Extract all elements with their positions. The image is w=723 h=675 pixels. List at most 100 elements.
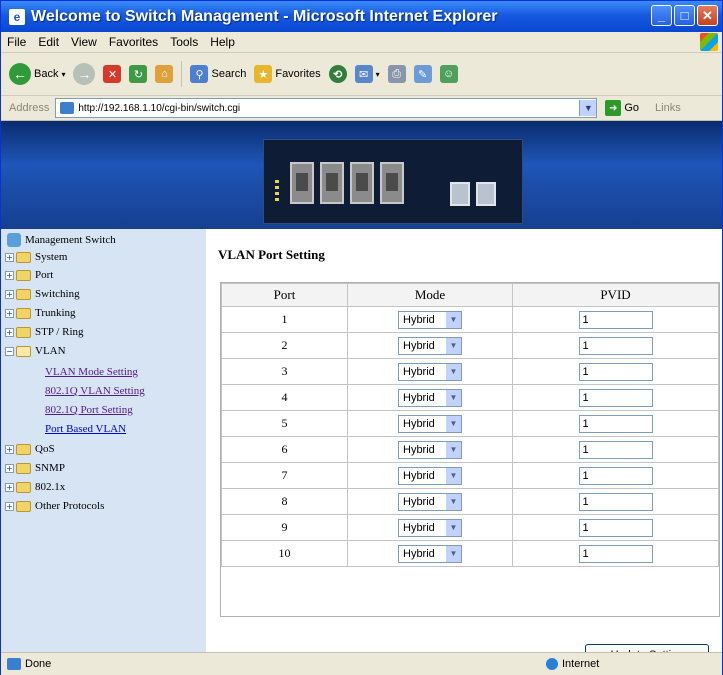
table-row: 5 Hybrid ▼ 1 xyxy=(221,410,719,437)
menu-view[interactable]: View xyxy=(65,35,103,49)
pvid-input[interactable]: 1 xyxy=(578,466,653,485)
mode-cell: Hybrid ▼ xyxy=(347,436,513,463)
sidebar-item-system[interactable]: + System xyxy=(5,251,67,263)
chevron-down-icon[interactable]: ▼ xyxy=(446,415,461,432)
mode-cell: Hybrid ▼ xyxy=(347,514,513,541)
messenger-button[interactable]: ☺ xyxy=(439,65,458,83)
favorites-button[interactable]: ★ Favorites xyxy=(254,65,321,83)
forward-button[interactable]: → xyxy=(73,63,96,85)
refresh-button[interactable]: ↻ xyxy=(129,65,148,83)
maximize-button[interactable]: □ xyxy=(674,5,695,26)
back-button[interactable]: ← Back ▾ xyxy=(9,63,65,85)
main-panel: VLAN Port Setting Port Mode PVID 1 Hybrid… xyxy=(206,229,722,652)
history-button[interactable]: ⟲ xyxy=(328,65,347,83)
mode-select[interactable]: Hybrid ▼ xyxy=(398,544,462,563)
pvid-input[interactable]: 1 xyxy=(578,414,653,433)
tree-root[interactable]: Management Switch xyxy=(1,233,116,247)
pvid-input[interactable]: 1 xyxy=(578,440,653,459)
page-done-icon xyxy=(7,658,21,670)
menu-favorites[interactable]: Favorites xyxy=(103,35,164,49)
go-button[interactable]: ➜ Go xyxy=(605,100,639,116)
update-setting-button[interactable]: Update Setting xyxy=(585,644,709,652)
link-8021q-port-setting[interactable]: 802.1Q Port Setting xyxy=(45,404,133,416)
expand-icon[interactable]: + xyxy=(5,252,14,262)
windows-logo-icon xyxy=(700,33,718,51)
sidebar-item-trunking[interactable]: + Trunking xyxy=(5,307,76,319)
sidebar-item-label: 802.1x xyxy=(35,481,66,493)
sidebar-item-port[interactable]: + Port xyxy=(5,269,53,281)
back-dropdown-icon[interactable]: ▾ xyxy=(61,70,65,79)
print-button[interactable]: ⎙ xyxy=(387,65,406,83)
chevron-down-icon[interactable]: ▼ xyxy=(446,389,461,406)
pvid-cell: 1 xyxy=(512,462,719,489)
expand-icon[interactable]: + xyxy=(5,327,14,337)
mode-value: Hybrid xyxy=(403,339,435,352)
close-button[interactable]: ✕ xyxy=(697,5,718,26)
address-input[interactable]: http://192.168.1.10/cgi-bin/switch.cgi ▼ xyxy=(55,98,598,118)
chevron-down-icon[interactable]: ▼ xyxy=(446,311,461,328)
expand-icon[interactable]: + xyxy=(5,482,14,492)
stop-button[interactable]: ✕ xyxy=(103,65,122,83)
mode-select[interactable]: Hybrid ▼ xyxy=(398,492,462,511)
pvid-input[interactable]: 1 xyxy=(578,310,653,329)
mode-select[interactable]: Hybrid ▼ xyxy=(398,518,462,537)
menu-help[interactable]: Help xyxy=(204,35,241,49)
edit-button[interactable]: ✎ xyxy=(413,65,432,83)
mode-select[interactable]: Hybrid ▼ xyxy=(398,362,462,381)
minimize-button[interactable]: _ xyxy=(651,5,672,26)
link-8021q-vlan-setting[interactable]: 802.1Q VLAN Setting xyxy=(45,385,145,397)
column-header-pvid: PVID xyxy=(512,283,719,307)
chevron-down-icon[interactable]: ▼ xyxy=(446,441,461,458)
chevron-down-icon[interactable]: ▼ xyxy=(446,545,461,562)
collapse-icon[interactable]: − xyxy=(5,346,14,356)
expand-icon[interactable]: + xyxy=(5,308,14,318)
pvid-input[interactable]: 1 xyxy=(578,492,653,511)
menu-edit[interactable]: Edit xyxy=(32,35,65,49)
mode-select[interactable]: Hybrid ▼ xyxy=(398,336,462,355)
toolbar: ← Back ▾ → ✕ ↻ ⌂ ⚲ Search ★ Favorites ⟲ … xyxy=(1,53,722,96)
forward-arrow-icon: → xyxy=(73,63,96,85)
sidebar-item-label: Switching xyxy=(35,288,80,300)
vlan-port-table: Port Mode PVID 1 Hybrid ▼ 1 2 Hybrid ▼ 1 3 Hybrid… xyxy=(220,282,720,652)
mode-select[interactable]: Hybrid ▼ xyxy=(398,414,462,433)
chevron-down-icon[interactable]: ▼ xyxy=(446,337,461,354)
mode-value: Hybrid xyxy=(403,313,435,326)
chevron-down-icon[interactable]: ▼ xyxy=(446,467,461,484)
expand-icon[interactable]: + xyxy=(5,270,14,280)
pvid-input[interactable]: 1 xyxy=(578,544,653,563)
sidebar-item-stp-ring[interactable]: + STP / Ring xyxy=(5,326,84,338)
mail-button[interactable]: ✉ ▾ xyxy=(354,65,380,83)
sidebar-item-8021x[interactable]: + 802.1x xyxy=(5,481,65,493)
pvid-input[interactable]: 1 xyxy=(578,362,653,381)
address-dropdown-icon[interactable]: ▼ xyxy=(579,100,597,116)
menu-tools[interactable]: Tools xyxy=(164,35,204,49)
sidebar-item-other-protocols[interactable]: + Other Protocols xyxy=(5,500,104,512)
home-button[interactable]: ⌂ xyxy=(155,65,174,83)
mail-dropdown-icon[interactable]: ▾ xyxy=(376,70,380,79)
link-port-based-vlan[interactable]: Port Based VLAN xyxy=(45,423,126,435)
mode-select[interactable]: Hybrid ▼ xyxy=(398,466,462,485)
sidebar-item-qos[interactable]: + QoS xyxy=(5,443,55,455)
pvid-input[interactable]: 1 xyxy=(578,336,653,355)
switch-icon xyxy=(7,233,21,247)
sidebar-item-switching[interactable]: + Switching xyxy=(5,288,80,300)
chevron-down-icon[interactable]: ▼ xyxy=(446,493,461,510)
menu-file[interactable]: File xyxy=(1,35,32,49)
sidebar-item-vlan[interactable]: − VLAN xyxy=(5,345,66,357)
mode-select[interactable]: Hybrid ▼ xyxy=(398,388,462,407)
sidebar-item-snmp[interactable]: + SNMP xyxy=(5,462,65,474)
chevron-down-icon[interactable]: ▼ xyxy=(446,363,461,380)
links-button[interactable]: Links xyxy=(655,102,681,114)
expand-icon[interactable]: + xyxy=(5,289,14,299)
pvid-input[interactable]: 1 xyxy=(578,518,653,537)
title-bar[interactable]: e Welcome to Switch Management - Microso… xyxy=(1,1,722,32)
pvid-input[interactable]: 1 xyxy=(578,388,653,407)
chevron-down-icon[interactable]: ▼ xyxy=(446,519,461,536)
mode-select[interactable]: Hybrid ▼ xyxy=(398,310,462,329)
expand-icon[interactable]: + xyxy=(5,501,14,511)
expand-icon[interactable]: + xyxy=(5,444,14,454)
link-vlan-mode-setting[interactable]: VLAN Mode Setting xyxy=(45,366,138,378)
mode-select[interactable]: Hybrid ▼ xyxy=(398,440,462,459)
expand-icon[interactable]: + xyxy=(5,463,14,473)
search-button[interactable]: ⚲ Search xyxy=(190,65,246,83)
